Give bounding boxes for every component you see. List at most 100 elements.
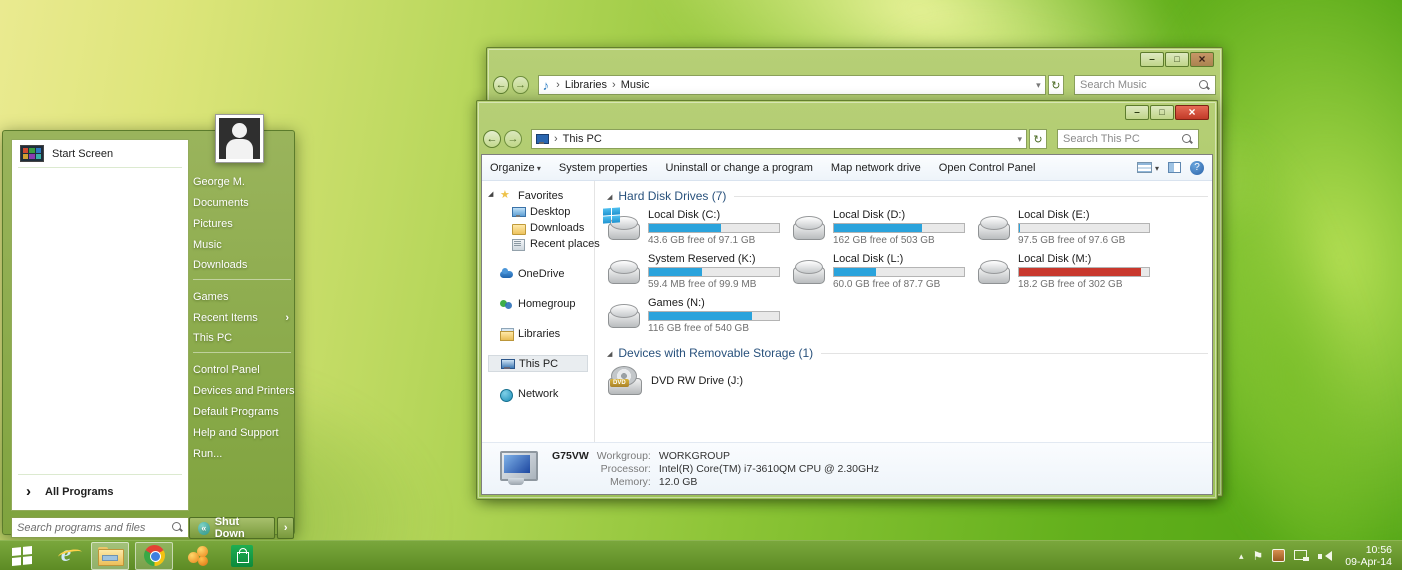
taskbar-windows-store[interactable] <box>223 542 261 570</box>
shut-down-options-button[interactable] <box>277 517 294 539</box>
network-icon[interactable] <box>1294 550 1309 562</box>
dvd-drive-tile[interactable]: DVD DVD RW Drive (J:) <box>607 366 1208 396</box>
breadcrumb-libraries[interactable]: Libraries <box>565 79 607 91</box>
start-menu-item[interactable]: Games <box>193 286 291 307</box>
show-hidden-icons-button[interactable] <box>1239 550 1244 562</box>
search-box[interactable] <box>1074 75 1216 95</box>
file-list-area: Hard Disk Drives (7) Local Disk (C:) <box>595 181 1212 442</box>
taskbar-file-explorer[interactable] <box>91 542 129 570</box>
minimize-button[interactable] <box>1125 105 1149 120</box>
collapse-triangle-icon[interactable] <box>607 190 618 202</box>
user-avatar[interactable] <box>215 114 264 163</box>
start-menu-item[interactable]: This PC <box>193 328 291 353</box>
drive-tile[interactable]: System Reserved (K:) 59.4 MB free of 99.… <box>607 253 787 290</box>
refresh-button[interactable] <box>1029 129 1047 149</box>
taskbar-internet-explorer[interactable]: e <box>47 542 85 570</box>
help-button[interactable] <box>1190 161 1204 175</box>
sidebar-item[interactable]: Libraries <box>488 325 594 342</box>
start-menu-item[interactable]: Music <box>193 234 291 255</box>
close-icon <box>1188 106 1195 119</box>
search-music-input[interactable] <box>1080 79 1199 91</box>
close-button[interactable] <box>1190 52 1214 67</box>
preview-pane-button[interactable] <box>1168 162 1181 173</box>
taskbar-clock[interactable]: 10:56 09-Apr-14 <box>1341 544 1392 568</box>
group-header-removable[interactable]: Devices with Removable Storage (1) <box>607 346 1208 360</box>
maximize-icon <box>1159 108 1164 118</box>
toolbar-button[interactable]: Map network drive <box>831 162 921 174</box>
address-dropdown-icon[interactable] <box>1036 79 1041 91</box>
start-menu-item[interactable]: George M. <box>193 171 291 192</box>
sidebar-item[interactable]: Downloads <box>500 220 594 236</box>
all-programs-button[interactable]: All Programs <box>12 475 188 510</box>
start-menu-item[interactable]: Recent Items <box>193 307 291 328</box>
search-this-pc-input[interactable] <box>1063 133 1182 145</box>
start-menu-item[interactable]: Pictures <box>193 213 291 234</box>
start-menu-item[interactable]: Documents <box>193 192 291 213</box>
action-center-flag-icon[interactable] <box>1253 549 1264 563</box>
address-bar[interactable]: This PC <box>531 129 1027 149</box>
start-menu-item-label: This PC <box>193 332 232 344</box>
minimize-button[interactable] <box>1140 52 1164 67</box>
sidebar-item-label: This PC <box>519 358 558 370</box>
search-box[interactable] <box>1057 129 1199 149</box>
start-menu-item[interactable]: Run... <box>193 443 291 464</box>
search-box[interactable] <box>11 517 189 538</box>
sidebar-item[interactable]: Recent places <box>500 236 594 252</box>
shut-down-icon <box>198 522 210 535</box>
group-header-hard-disks[interactable]: Hard Disk Drives (7) <box>607 189 1208 203</box>
computer-name: G75VW <box>552 450 589 462</box>
maximize-button[interactable] <box>1150 105 1174 120</box>
tray-app-icon[interactable] <box>1272 549 1285 562</box>
forward-button[interactable] <box>504 130 522 148</box>
change-view-button[interactable] <box>1137 162 1159 174</box>
forward-button[interactable] <box>512 76 528 94</box>
breadcrumb-music[interactable]: Music <box>621 79 650 91</box>
collapse-triangle-icon[interactable] <box>607 347 618 359</box>
drive-tile[interactable]: Local Disk (E:) 97.5 GB free of 97.6 GB <box>977 209 1157 246</box>
drive-tile[interactable]: Local Disk (L:) 60.0 GB free of 87.7 GB <box>792 253 972 290</box>
taskbar-chrome[interactable] <box>135 542 173 570</box>
toolbar-button[interactable]: Uninstall or change a program <box>666 162 813 174</box>
organize-menu-button[interactable]: Organize <box>490 162 541 174</box>
back-button[interactable] <box>483 130 501 148</box>
start-screen-icon <box>20 145 44 162</box>
breadcrumb-this-pc[interactable]: This PC <box>563 133 602 145</box>
start-menu-item[interactable]: Help and Support <box>193 422 291 443</box>
drive-tile[interactable]: Local Disk (M:) 18.2 GB free of 302 GB <box>977 253 1157 290</box>
toolbar-button[interactable]: System properties <box>559 162 648 174</box>
start-menu-search-input[interactable] <box>17 522 172 534</box>
drive-tile[interactable]: Games (N:) 116 GB free of 540 GB <box>607 297 787 334</box>
refresh-button[interactable] <box>1048 75 1064 95</box>
folder-icon <box>98 547 122 564</box>
volume-icon[interactable] <box>1318 550 1332 562</box>
start-menu-item-label: Pictures <box>193 218 233 230</box>
sidebar-item-label: Desktop <box>530 206 570 218</box>
start-screen-item[interactable]: Start Screen <box>12 140 188 167</box>
sidebar-item[interactable]: This PC <box>488 355 588 372</box>
address-bar[interactable]: Libraries Music <box>538 75 1046 95</box>
drive-usage-bar <box>648 311 780 321</box>
start-menu-item[interactable]: Downloads <box>193 255 291 280</box>
maximize-button[interactable] <box>1165 52 1189 67</box>
sidebar-item[interactable]: Desktop <box>500 204 594 220</box>
drive-tile[interactable]: Local Disk (D:) 162 GB free of 503 GB <box>792 209 972 246</box>
start-menu-item[interactable]: Default Programs <box>193 401 291 422</box>
this-pc-window: This PC Organize System properties Unins… <box>476 100 1218 500</box>
shut-down-button[interactable]: Shut Down <box>189 517 275 539</box>
back-button[interactable] <box>493 76 509 94</box>
sidebar-item[interactable]: OneDrive <box>488 265 594 282</box>
toolbar-button[interactable]: Open Control Panel <box>939 162 1036 174</box>
close-button[interactable] <box>1175 105 1209 120</box>
drive-tile[interactable]: Local Disk (C:) 43.6 GB free of 97.1 GB <box>607 209 787 246</box>
detail-label: Workgroup: <box>597 450 651 462</box>
start-button[interactable] <box>3 542 41 570</box>
crumb-separator-icon <box>549 133 563 145</box>
start-menu-item[interactable]: Control Panel <box>193 359 291 380</box>
sidebar-item[interactable]: Homegroup <box>488 295 594 312</box>
sidebar-item[interactable]: Favorites <box>488 187 594 204</box>
start-menu-item[interactable]: Devices and Printers <box>193 380 291 401</box>
taskbar-orange-app[interactable] <box>179 542 217 570</box>
sidebar-item[interactable]: Network <box>488 385 594 402</box>
address-dropdown-icon[interactable] <box>1017 133 1022 145</box>
sidebar-item-icon <box>512 238 525 250</box>
